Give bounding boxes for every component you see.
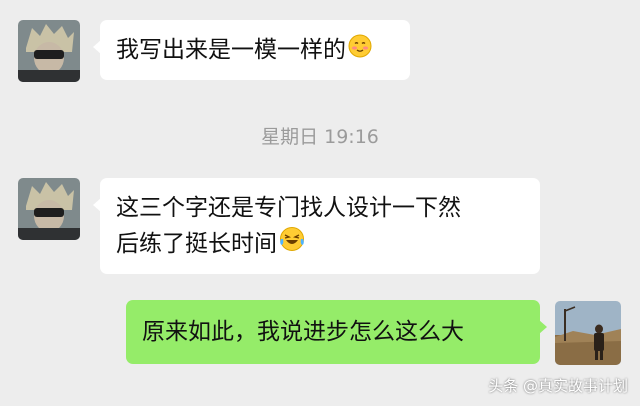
message-text-line: 这三个字还是专门找人设计一下然 bbox=[116, 195, 461, 221]
message-text: 我写出来是一模一样的 bbox=[116, 37, 346, 63]
user-avatar[interactable] bbox=[555, 301, 621, 365]
blush-face-icon bbox=[348, 33, 372, 69]
message-bubble-outgoing[interactable]: 原来如此，我说进步怎么这么大 bbox=[126, 300, 547, 364]
chat-timestamp: 星期日 19:16 bbox=[261, 126, 379, 148]
message-bubble-incoming[interactable]: 这三个字还是专门找人设计一下然 后练了挺长时间 bbox=[93, 178, 540, 274]
message-text-line: 后练了挺长时间 bbox=[116, 231, 277, 257]
contact-avatar[interactable] bbox=[18, 20, 80, 82]
message-bubble-incoming[interactable]: 我写出来是一模一样的 bbox=[93, 20, 410, 80]
watermark: 头条 @真实故事计划 bbox=[488, 377, 628, 395]
message-text: 原来如此，我说进步怎么这么大 bbox=[142, 319, 464, 345]
contact-avatar[interactable] bbox=[18, 178, 80, 240]
laughing-tears-face-icon bbox=[279, 226, 305, 263]
